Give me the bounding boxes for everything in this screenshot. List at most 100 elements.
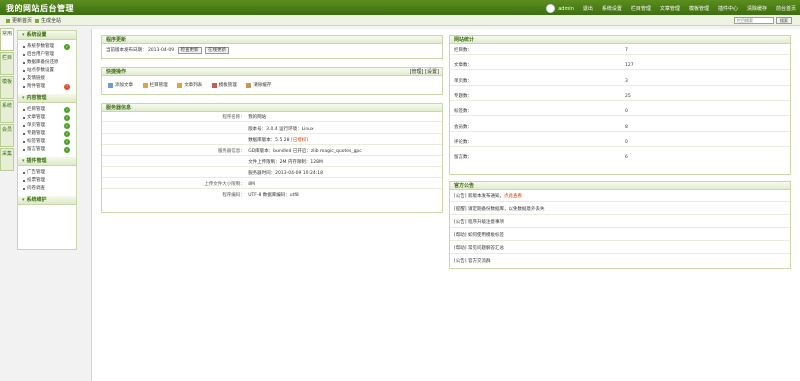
generate-site-link[interactable]: 生成全站 <box>35 17 61 24</box>
stat-value: 8 <box>625 125 628 130</box>
sidebar-item[interactable]: 后台用户管理 <box>18 51 76 59</box>
stat-value: 25 <box>625 94 631 99</box>
news-item[interactable]: [公告] 程序升级注意事项 <box>450 218 790 228</box>
vtab-columns[interactable]: 栏目 <box>0 52 14 75</box>
news-item[interactable]: [提醒] 请定期备份数据库，以免数据意外丢失 <box>450 205 790 215</box>
nav-articles[interactable]: 文章管理 <box>660 5 680 12</box>
panel-title: 网站统计 <box>450 36 790 44</box>
quick-item-article-list[interactable]: 文章列表 <box>177 82 202 88</box>
sidebar-item[interactable]: 栏目管理 ✓ <box>18 106 76 114</box>
sidebar-item[interactable]: 问卷调查 <box>18 185 76 193</box>
vtab-common[interactable]: 常用 <box>0 28 14 51</box>
panel-title: 快捷操作 <box>106 69 127 75</box>
news-item[interactable]: [公告] 新版本发布通知，点此查看 <box>450 192 790 202</box>
bullet-icon <box>23 180 25 182</box>
quick-item-label: 添加文章 <box>115 83 133 88</box>
update-home-link[interactable]: 更新首页 <box>6 17 32 24</box>
stat-label: 会员数： <box>454 125 472 130</box>
sidebar-item[interactable]: 标签管理 ✓ <box>18 138 76 146</box>
username[interactable]: admin <box>558 6 574 12</box>
news-item[interactable]: [公告] 官方交流群 <box>450 257 790 267</box>
news-item[interactable]: [帮助] 常见问题解答汇总 <box>450 244 790 254</box>
stat-label: 留言数： <box>454 155 472 160</box>
section-label: 系统设置 <box>26 32 47 38</box>
check-update-button[interactable]: 检查更新 <box>177 47 202 54</box>
sidebar-item[interactable]: 投票管理 <box>18 177 76 185</box>
stat-value: 3 <box>625 79 628 84</box>
quick-item-columns[interactable]: 栏目管理 <box>142 82 168 88</box>
bullet-icon <box>23 125 25 127</box>
sub-bar: 更新首页 生成全站 搜索 <box>0 15 800 26</box>
stat-label: 文章数： <box>454 63 472 68</box>
vtab-system[interactable]: 系统 <box>0 100 14 123</box>
bullet-icon <box>23 62 25 64</box>
sidebar-item-label: 单页管理 <box>27 123 45 128</box>
sidebar-item-label: 附件管理 <box>27 84 45 89</box>
search-button[interactable]: 搜索 <box>776 17 792 24</box>
nav-logout[interactable]: 退出 <box>583 5 593 12</box>
vtab-templates[interactable]: 模板 <box>0 76 14 99</box>
search-input[interactable] <box>734 17 774 24</box>
sidebar-item[interactable]: 数据库备份还原 <box>18 59 76 67</box>
quick-item-clear-cache[interactable]: 清除缓存 <box>246 82 271 88</box>
sidebar-item[interactable]: 广告管理 <box>18 169 76 177</box>
license-status[interactable]: [已授权] <box>291 138 308 143</box>
news-link[interactable]: 点此查看 <box>504 194 522 199</box>
settings-link[interactable]: [设置] <box>425 69 439 75</box>
sidebar-item[interactable]: 站点参数设置 <box>18 67 76 75</box>
quick-item-add-article[interactable]: 添加文章 <box>108 82 133 88</box>
vtab-collect[interactable]: 采集 <box>0 148 14 171</box>
sidebar-item[interactable]: 系统参数管理 ✓ <box>18 43 76 51</box>
sidebar-section-content[interactable]: ▾ 内容管理 <box>18 94 76 103</box>
info-row: 数据库版本：5.5.28 [已授权] <box>102 136 442 145</box>
error-icon: ! <box>64 84 70 90</box>
sidebar-section-plugins[interactable]: ▾ 插件管理 <box>18 157 76 166</box>
chevron-down-icon: ▾ <box>22 197 25 203</box>
stat-label: 专题数： <box>454 94 472 99</box>
news-text: [公告] 官方交流群 <box>454 259 491 264</box>
panel-title: 官方公告 <box>450 182 790 190</box>
sidebar-item[interactable]: 友情链接 <box>18 75 76 83</box>
nav-plugins[interactable]: 插件中心 <box>718 5 738 12</box>
sidebar-item[interactable]: 留言管理 ✓ <box>18 146 76 154</box>
news-item[interactable]: [帮助] 如何使用模板标签 <box>450 231 790 241</box>
info-label: 程序编码： <box>222 193 245 198</box>
stat-row: 留言数： 6 <box>450 153 790 162</box>
nav-clear-cache[interactable]: 清除缓存 <box>747 5 767 12</box>
square-icon <box>35 18 39 23</box>
news-text: [帮助] 常见问题解答汇总 <box>454 246 504 251</box>
online-update-button[interactable]: 在线更新 <box>204 47 229 54</box>
avatar[interactable] <box>546 4 556 13</box>
manage-link[interactable]: [管理] <box>410 69 424 75</box>
nav-home[interactable]: 前台首页 <box>776 5 796 12</box>
nav-columns[interactable]: 栏目管理 <box>631 5 651 12</box>
quick-item-templates[interactable]: 模板管理 <box>211 82 237 88</box>
check-icon: ✓ <box>64 139 70 145</box>
sidebar-item[interactable]: 文章管理 ✓ <box>18 114 76 122</box>
info-label: 程序名称： <box>222 115 245 120</box>
broom-icon <box>246 82 252 88</box>
check-icon: ✓ <box>64 123 70 129</box>
vtab-members[interactable]: 会员 <box>0 124 14 147</box>
section-label: 内容管理 <box>26 95 47 101</box>
sidebar-item-label: 数据库备份还原 <box>27 60 59 65</box>
nav-templates[interactable]: 模板管理 <box>689 5 709 12</box>
release-date: 2013-04-09 <box>147 48 175 53</box>
update-home-label: 更新首页 <box>12 18 33 24</box>
nav-settings[interactable]: 系统设置 <box>602 5 622 12</box>
quick-item-label: 清除缓存 <box>253 83 272 88</box>
sidebar-section-system[interactable]: ▾ 系统设置 <box>18 31 76 40</box>
bullet-icon <box>23 109 25 111</box>
bullet-icon <box>23 188 25 190</box>
sidebar-item[interactable]: 附件管理! <box>18 83 76 91</box>
bullet-icon <box>23 46 25 48</box>
quick-actions: 添加文章 栏目管理 文章列表 模板管理 清除缓存 <box>108 82 279 90</box>
sidebar-item[interactable]: 单页管理 ✓ <box>18 122 76 130</box>
info-label: 上传文件大小限制： <box>204 182 245 187</box>
sidebar-item-label: 后台用户管理 <box>27 52 54 57</box>
update-row: 当前版本发布日期： 2013-04-09 检查更新 在线更新 <box>106 47 229 54</box>
sidebar-item[interactable]: 专题管理 ✓ <box>18 130 76 138</box>
info-value: 服务器时间：2013-04-09 10:24:18 <box>248 171 323 176</box>
stat-value: 0 <box>625 109 628 114</box>
sidebar-section-maintenance[interactable]: ▾ 系统维护 <box>18 196 76 205</box>
